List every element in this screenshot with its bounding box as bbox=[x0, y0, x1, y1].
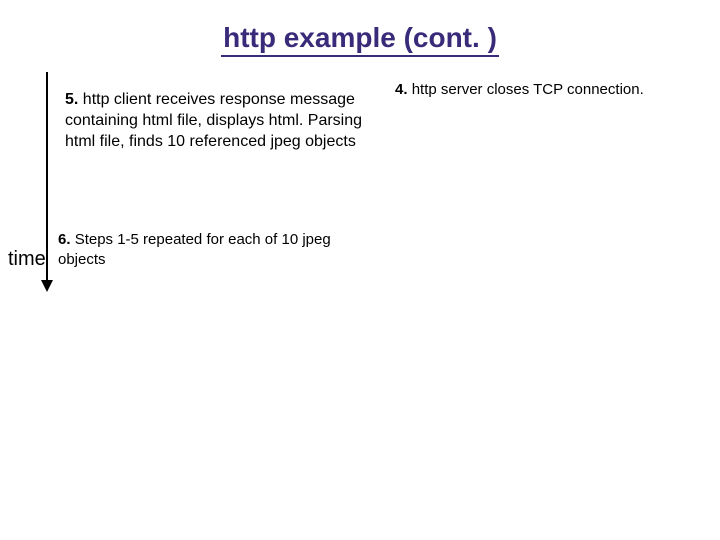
step-4: 4. http server closes TCP connection. bbox=[395, 80, 705, 100]
slide-title: http example (cont. ) bbox=[0, 22, 720, 54]
slide: http example (cont. ) time 5. http clien… bbox=[0, 0, 720, 540]
step-6-number: 6. bbox=[58, 231, 71, 248]
step-5-text: http client receives response message co… bbox=[65, 91, 362, 150]
step-4-text: http server closes TCP connection. bbox=[412, 81, 644, 98]
step-5: 5. http client receives response message… bbox=[65, 90, 365, 152]
time-label: time bbox=[8, 248, 46, 271]
step-6-text: Steps 1-5 repeated for each of 10 jpeg o… bbox=[58, 231, 331, 268]
time-axis bbox=[46, 72, 48, 282]
title-text: http example (cont. ) bbox=[221, 22, 499, 57]
step-4-number: 4. bbox=[395, 81, 408, 98]
step-5-number: 5. bbox=[65, 91, 78, 108]
step-6: 6. Steps 1-5 repeated for each of 10 jpe… bbox=[58, 230, 378, 269]
